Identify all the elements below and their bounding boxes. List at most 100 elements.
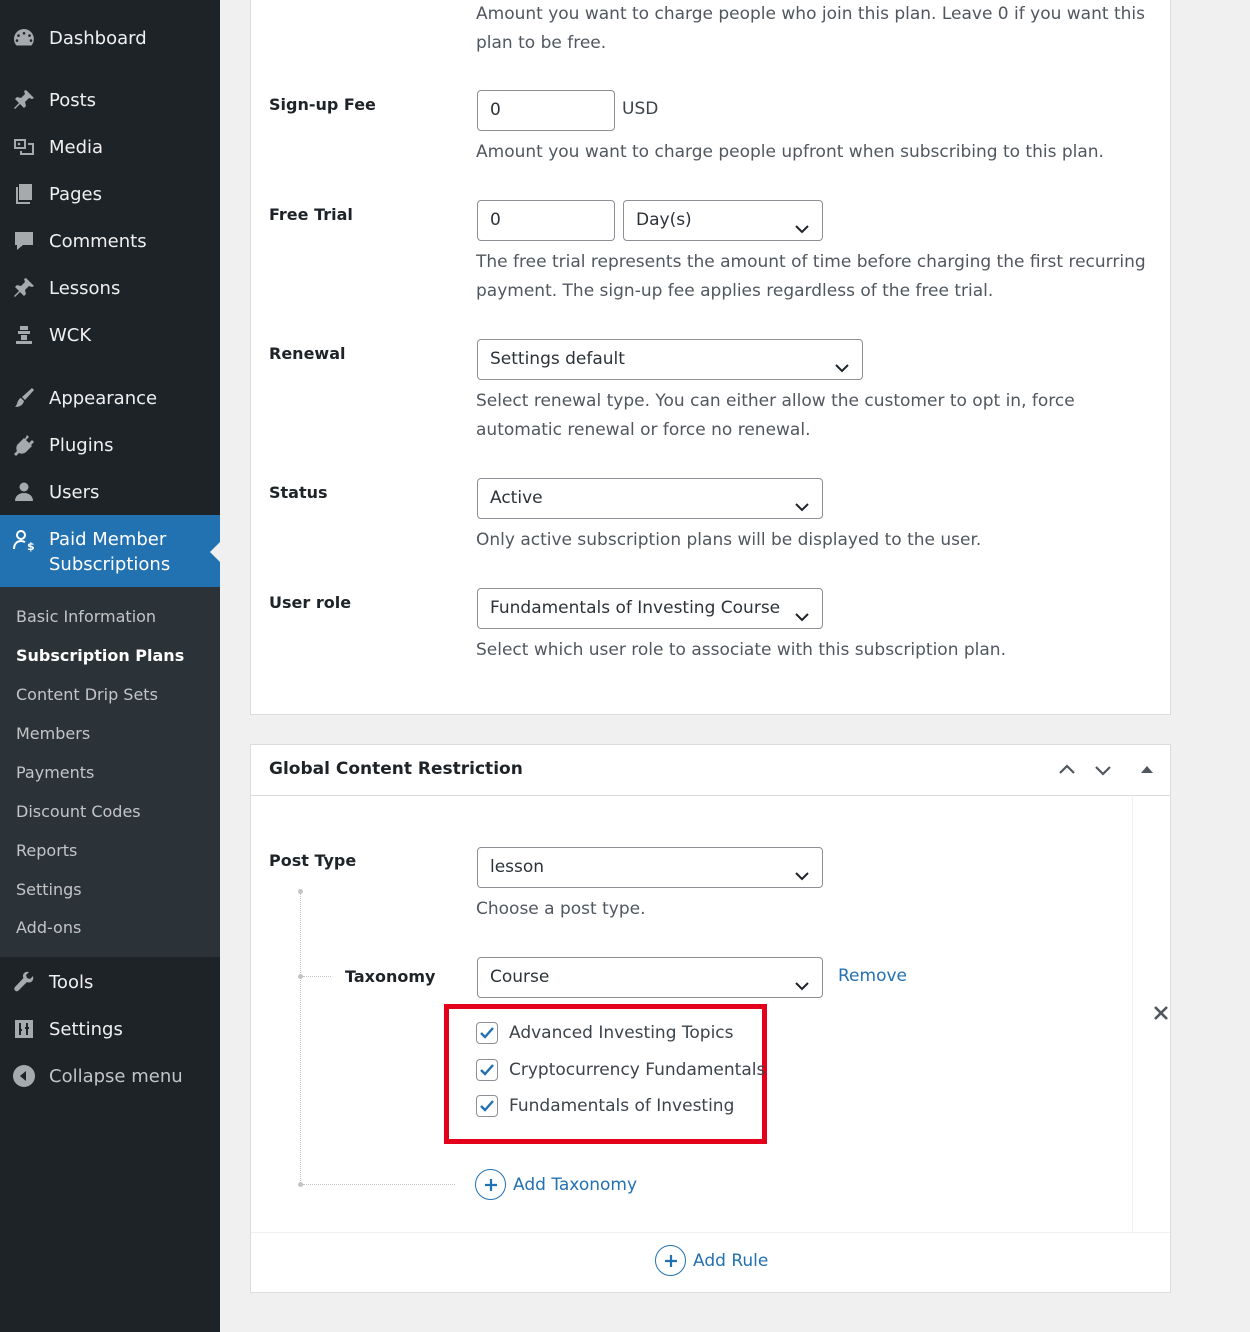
- term-label: Cryptocurrency Fundamentals: [509, 1060, 766, 1080]
- menu-comments[interactable]: Comments: [0, 219, 220, 263]
- tree-connector: [300, 891, 301, 1185]
- renewal-label: Renewal: [269, 344, 346, 363]
- user-role-description: Select which user role to associate with…: [476, 640, 1006, 660]
- post-type-select[interactable]: lesson: [477, 847, 823, 888]
- chevron-down-icon: [834, 352, 850, 373]
- menu-wck[interactable]: WCK: [0, 313, 220, 357]
- admin-sidebar: Dashboard Posts Media Pages Comments Les…: [0, 0, 220, 1332]
- user-icon: [11, 479, 37, 505]
- submenu-content-drip-sets[interactable]: Content Drip Sets: [16, 683, 158, 707]
- signup-fee-input[interactable]: 0: [477, 90, 615, 131]
- collapse-arrow-icon: [11, 1063, 37, 1089]
- price-description: Amount you want to charge people who joi…: [476, 0, 1145, 58]
- menu-paid-member-subscriptions[interactable]: $ Paid Member Subscriptions: [0, 515, 220, 587]
- submenu-add-ons[interactable]: Add-ons: [16, 916, 81, 940]
- term-label: Fundamentals of Investing: [509, 1096, 735, 1116]
- settings-sliders-icon: [11, 1016, 37, 1042]
- menu-tools[interactable]: Tools: [0, 960, 220, 1004]
- menu-posts[interactable]: Posts: [0, 78, 220, 122]
- menu-label: Comments: [49, 230, 147, 252]
- add-taxonomy-button[interactable]: Add Taxonomy: [475, 1169, 637, 1200]
- term-checkbox-row[interactable]: Cryptocurrency Fundamentals: [476, 1058, 765, 1082]
- chevron-down-icon: [794, 491, 810, 512]
- wrench-icon: [11, 969, 37, 995]
- submenu-settings[interactable]: Settings: [16, 878, 82, 902]
- renewal-select[interactable]: Settings default: [477, 339, 863, 380]
- select-value: Day(s): [636, 210, 692, 230]
- renewal-description: Select renewal type. You can either allo…: [476, 387, 1075, 445]
- status-description: Only active subscription plans will be d…: [476, 530, 982, 550]
- term-checkbox-row[interactable]: Fundamentals of Investing: [476, 1094, 734, 1118]
- menu-plugins[interactable]: Plugins: [0, 423, 220, 467]
- checkbox-checked[interactable]: [476, 1059, 498, 1081]
- add-taxonomy-label: Add Taxonomy: [513, 1174, 638, 1195]
- panel-title: Global Content Restriction: [269, 759, 523, 779]
- chevron-down-icon: [794, 970, 810, 991]
- submenu-discount-codes[interactable]: Discount Codes: [16, 800, 141, 824]
- submenu-members[interactable]: Members: [16, 722, 90, 746]
- menu-media[interactable]: Media: [0, 125, 220, 169]
- status-select[interactable]: Active: [477, 478, 823, 519]
- tree-connector: [303, 976, 331, 977]
- add-rule-button[interactable]: Add Rule: [655, 1245, 768, 1276]
- menu-label-line1: Paid Member: [49, 529, 167, 550]
- select-value: Fundamentals of Investing Course: [490, 598, 781, 618]
- menu-label: Dashboard: [49, 27, 147, 49]
- menu-label: Users: [49, 481, 100, 503]
- collapse-toggle-icon[interactable]: [1136, 759, 1158, 781]
- remove-rule-icon[interactable]: [1152, 1004, 1170, 1022]
- taxonomy-select[interactable]: Course: [477, 957, 823, 998]
- submenu-basic-information[interactable]: Basic Information: [16, 605, 156, 629]
- user-role-select[interactable]: Fundamentals of Investing Course: [477, 588, 823, 629]
- chevron-down-icon: [794, 860, 810, 881]
- chevron-down-icon: [794, 601, 810, 622]
- global-content-restriction-panel: Global Content Restriction Post Type les…: [250, 744, 1171, 1293]
- plus-circle-icon: [475, 1169, 506, 1200]
- menu-users[interactable]: Users: [0, 470, 220, 514]
- add-rule-label: Add Rule: [693, 1250, 769, 1271]
- price-desc-line2: plan to be free.: [476, 33, 607, 53]
- free-trial-desc-line1: The free trial represents the amount of …: [476, 252, 1146, 272]
- move-down-icon[interactable]: [1092, 759, 1114, 781]
- menu-lessons[interactable]: Lessons: [0, 266, 220, 310]
- submenu-payments[interactable]: Payments: [16, 761, 94, 785]
- tree-connector: [303, 1184, 455, 1185]
- term-checkbox-row[interactable]: Advanced Investing Topics: [476, 1021, 734, 1045]
- menu-pages[interactable]: Pages: [0, 172, 220, 216]
- media-icon: [11, 134, 37, 160]
- checkbox-checked[interactable]: [476, 1095, 498, 1117]
- plus-circle-icon: [655, 1245, 686, 1276]
- member-dollar-icon: $: [11, 527, 37, 553]
- menu-label: Posts: [49, 89, 97, 111]
- pages-icon: [11, 181, 37, 207]
- plug-icon: [11, 432, 37, 458]
- post-type-description: Choose a post type.: [476, 899, 646, 919]
- tool-stand-icon: [11, 322, 37, 348]
- submenu-reports[interactable]: Reports: [16, 839, 77, 863]
- pin-icon: [11, 87, 37, 113]
- pin-icon: [11, 275, 37, 301]
- svg-text:$: $: [27, 540, 35, 552]
- menu-appearance[interactable]: Appearance: [0, 376, 220, 420]
- select-value: Active: [490, 488, 543, 508]
- taxonomy-label: Taxonomy: [345, 967, 436, 986]
- collapse-menu-button[interactable]: Collapse menu: [0, 1054, 220, 1098]
- move-up-icon[interactable]: [1056, 759, 1078, 781]
- menu-label: Appearance: [49, 387, 158, 409]
- submenu-subscription-plans[interactable]: Subscription Plans: [16, 644, 184, 668]
- menu-label: Media: [49, 136, 104, 158]
- menu-label: Lessons: [49, 277, 121, 299]
- renewal-desc-line2: automatic renewal or force no renewal.: [476, 420, 811, 440]
- select-value: Course: [490, 967, 550, 987]
- remove-taxonomy-link[interactable]: Remove: [838, 966, 907, 986]
- menu-settings[interactable]: Settings: [0, 1007, 220, 1051]
- checkbox-checked[interactable]: [476, 1022, 498, 1044]
- menu-label: Collapse menu: [49, 1065, 183, 1087]
- renewal-desc-line1: Select renewal type. You can either allo…: [476, 391, 1075, 411]
- free-trial-label: Free Trial: [269, 205, 353, 224]
- panel-header: Global Content Restriction: [251, 745, 1170, 796]
- menu-dashboard[interactable]: Dashboard: [0, 16, 220, 60]
- status-label: Status: [269, 483, 328, 502]
- free-trial-unit-select[interactable]: Day(s): [623, 200, 823, 241]
- free-trial-input[interactable]: 0: [477, 200, 615, 241]
